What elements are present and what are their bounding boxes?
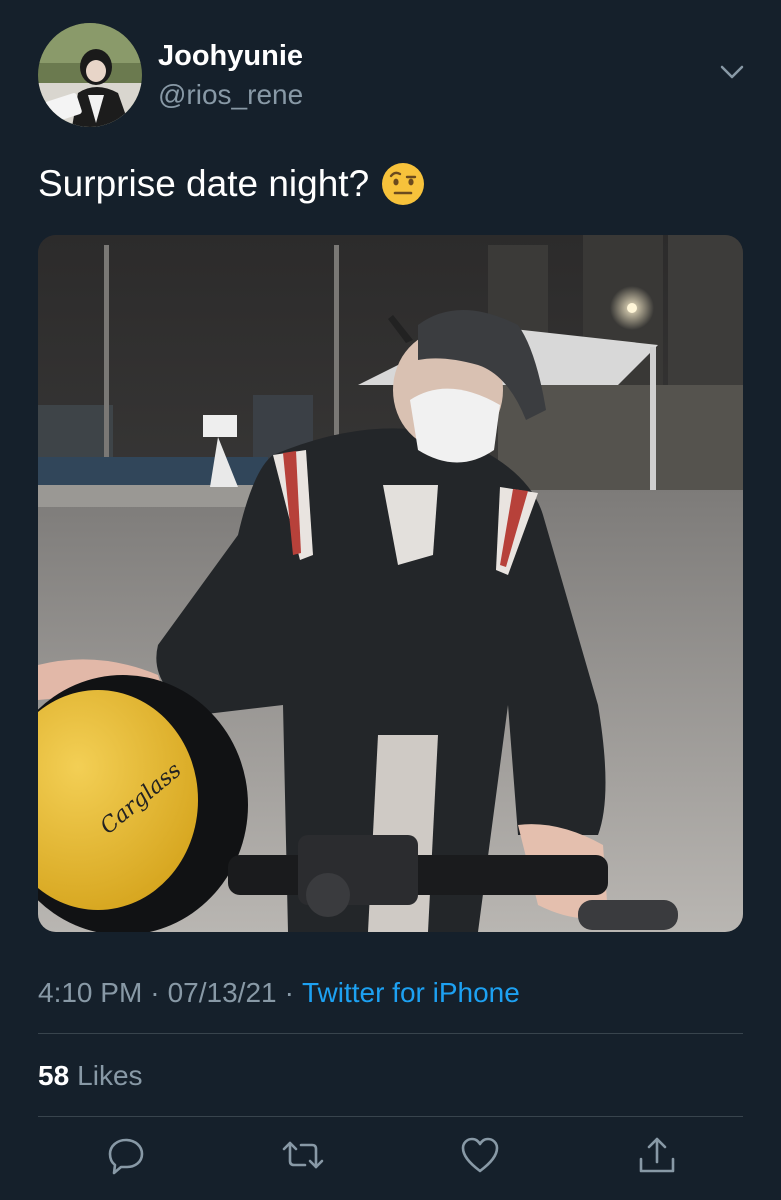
tweet-text: Surprise date night? xyxy=(38,160,425,208)
face-with-raised-eyebrow-icon xyxy=(381,162,425,206)
tweet-meta: 4:10 PM · 07/13/21 · Twitter for iPhone xyxy=(38,973,520,1013)
divider xyxy=(38,1033,743,1034)
likes-stat[interactable]: 58 Likes xyxy=(38,1056,143,1096)
tweet-actions xyxy=(0,1133,781,1183)
avatar[interactable] xyxy=(38,23,142,127)
profile-photo xyxy=(38,23,142,127)
reply-icon[interactable] xyxy=(104,1133,148,1177)
tweet-text-content: Surprise date night? xyxy=(38,163,370,204)
display-name[interactable]: Joohyunie xyxy=(158,38,303,74)
likes-label: Likes xyxy=(77,1060,143,1091)
meta-separator: · xyxy=(284,977,294,1008)
like-icon[interactable] xyxy=(458,1133,502,1177)
user-handle[interactable]: @rios_rene xyxy=(158,77,303,113)
retweet-icon[interactable] xyxy=(281,1133,325,1177)
meta-separator: · xyxy=(150,977,160,1008)
user-names: Joohyunie @rios_rene xyxy=(158,38,303,113)
chevron-down-icon[interactable] xyxy=(718,62,746,82)
tweet: Joohyunie @rios_rene Surprise date night… xyxy=(0,0,781,1200)
tweet-source-link[interactable]: Twitter for iPhone xyxy=(302,977,520,1008)
share-icon[interactable] xyxy=(635,1133,679,1177)
tweet-date[interactable]: 07/13/21 xyxy=(168,977,277,1008)
divider xyxy=(38,1116,743,1117)
likes-count: 58 xyxy=(38,1060,70,1091)
tweet-time[interactable]: 4:10 PM xyxy=(38,977,142,1008)
tweet-photo[interactable]: Carglass xyxy=(38,235,743,932)
